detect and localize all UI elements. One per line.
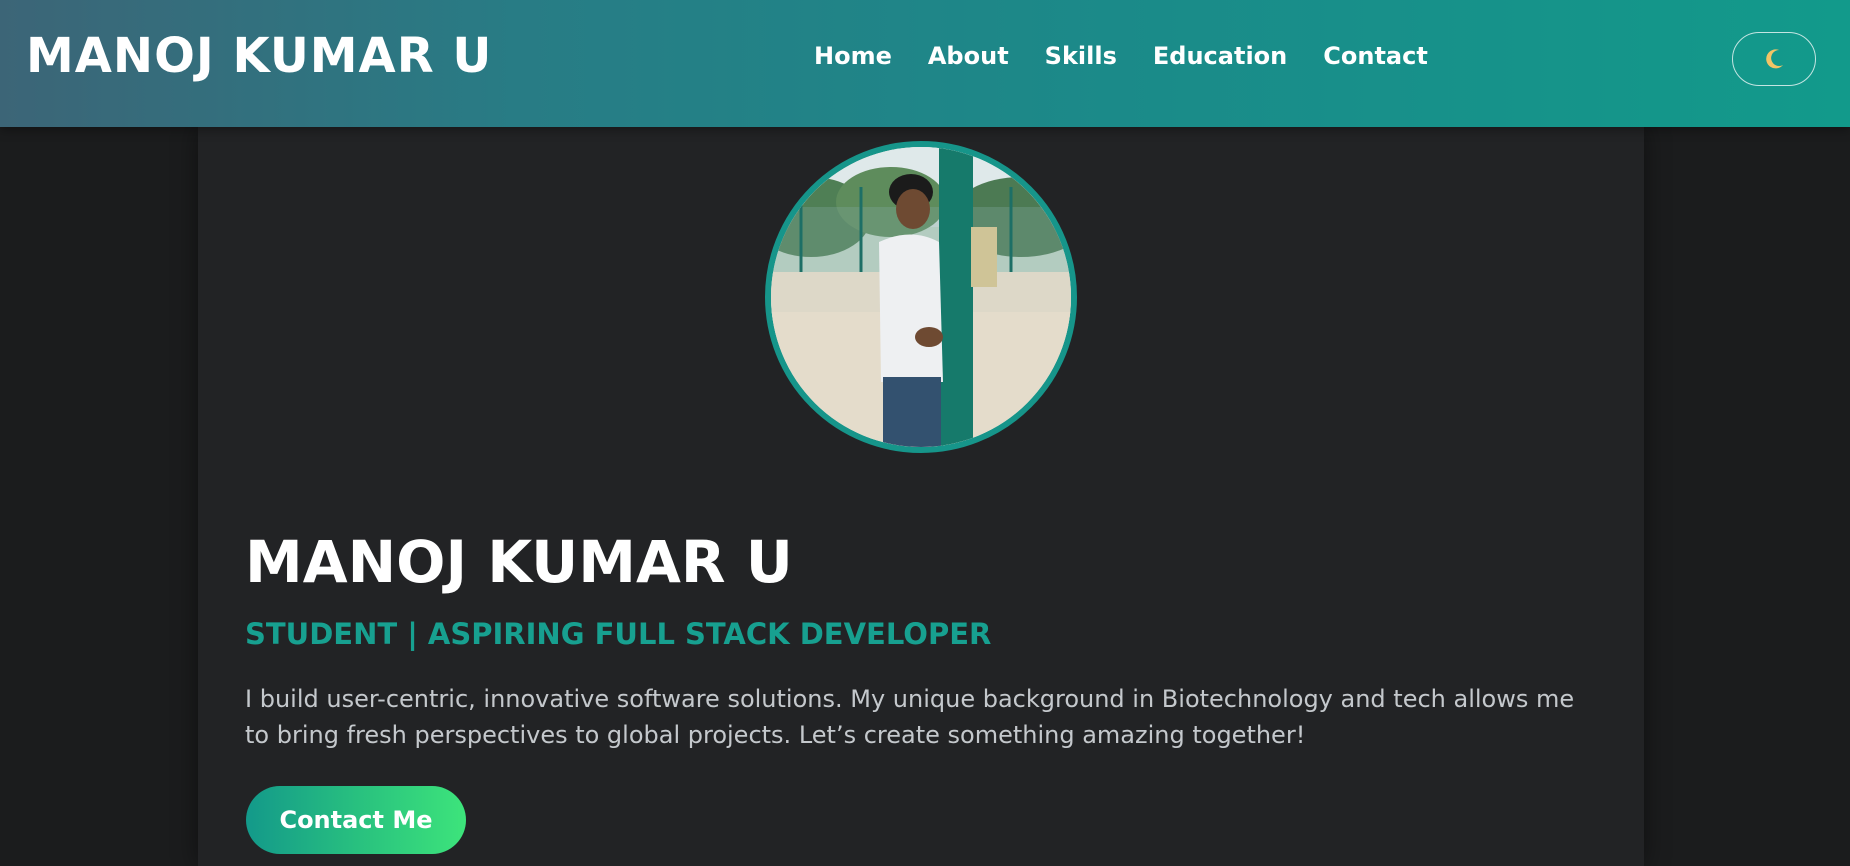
page-margin-left	[0, 127, 198, 866]
nav-link-contact[interactable]: Contact	[1323, 42, 1428, 70]
page-margin-right	[1644, 127, 1850, 866]
nav-link-skills[interactable]: Skills	[1045, 42, 1117, 70]
contact-me-button[interactable]: Contact Me	[246, 786, 466, 854]
nav-link-education[interactable]: Education	[1153, 42, 1287, 70]
site-brand[interactable]: MANOJ KUMAR U	[26, 28, 492, 84]
crescent-moon-icon	[1766, 49, 1783, 69]
main-nav: Home About Skills Education Contact	[814, 42, 1464, 70]
hero-name: MANOJ KUMAR U	[245, 528, 793, 596]
nav-link-about[interactable]: About	[928, 42, 1009, 70]
profile-photo	[765, 141, 1077, 453]
hero-description: I build user-centric, innovative softwar…	[245, 685, 1575, 749]
nav-link-home[interactable]: Home	[814, 42, 892, 70]
profile-photo-image	[771, 147, 1071, 447]
theme-toggle-button[interactable]	[1732, 32, 1816, 86]
hero-subtitle: STUDENT | ASPIRING FULL STACK DEVELOPER	[245, 617, 992, 651]
top-navbar: MANOJ KUMAR U Home About Skills Educatio…	[0, 0, 1850, 127]
